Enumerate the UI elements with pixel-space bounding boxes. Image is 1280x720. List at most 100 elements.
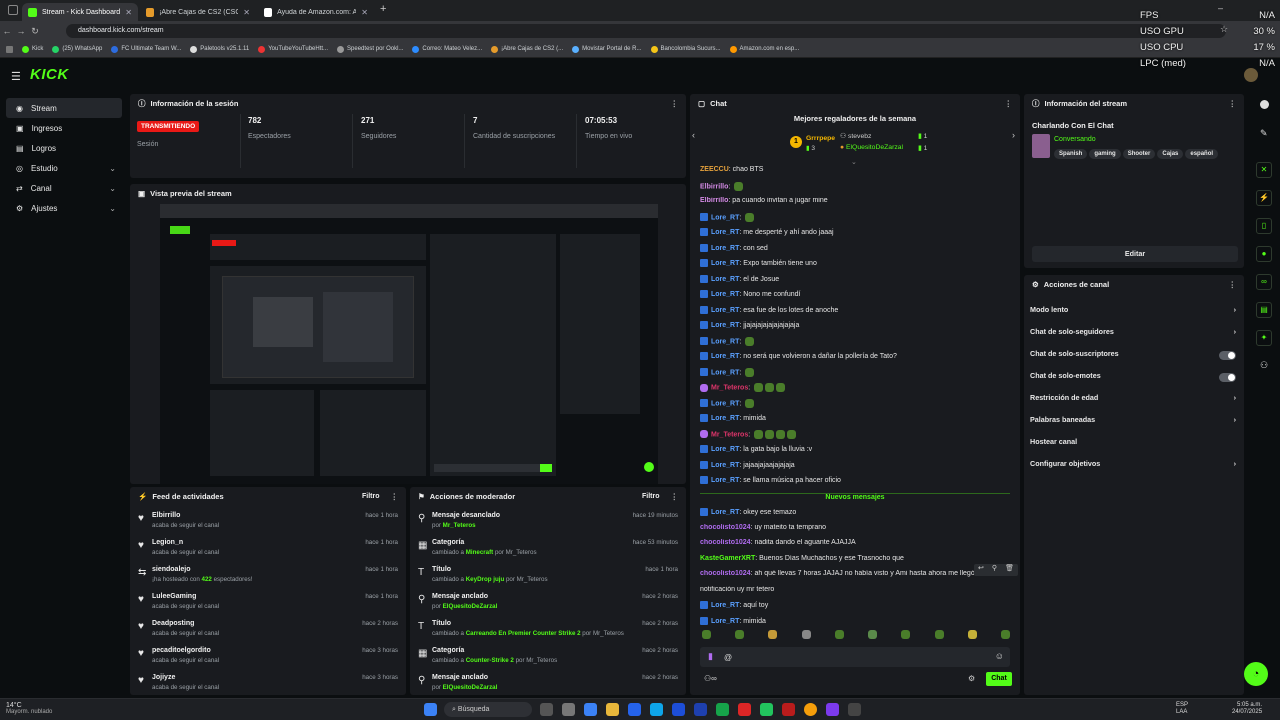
emote-icon[interactable] [967, 630, 977, 639]
emote-icon[interactable] [702, 630, 711, 639]
mod-action-highlight[interactable]: ElQuesitoDeZarzal [443, 684, 498, 691]
bookmark-item[interactable]: (25) WhatsApp [52, 45, 102, 53]
feed-username[interactable]: Legion_n [152, 539, 183, 546]
mod-action-highlight[interactable]: Counter-Strike 2 [466, 657, 514, 664]
chat-message[interactable]: Lore_RT: [700, 367, 1010, 377]
chat-username[interactable]: ZEECCU [700, 166, 729, 173]
taskbar-app-icon[interactable] [826, 703, 839, 716]
chat-username[interactable]: Elbirrillo [700, 197, 728, 204]
filter-button[interactable]: Filtro [362, 493, 380, 500]
chat-message[interactable]: Lore_RT: no será que volvieron a dañar l… [700, 352, 1010, 360]
chat-message[interactable]: Lore_RT: el de Josue [700, 274, 1010, 283]
gifter-name[interactable]: Grrrpepe [806, 135, 835, 142]
channel-action-2[interactable]: Chat de solo-suscriptores [1030, 349, 1236, 363]
taskbar-search[interactable]: ⌕ Búsqueda [444, 702, 532, 717]
outlook-icon[interactable] [694, 703, 707, 716]
taskbar-app-icon[interactable] [628, 703, 641, 716]
chat-username[interactable]: Lore_RT [711, 260, 739, 267]
close-icon[interactable]: ✕ [243, 8, 250, 17]
chat-username[interactable]: Lore_RT [711, 400, 739, 407]
sidebar-item-canal[interactable]: ⇄ Canal ⌄ [6, 178, 122, 198]
chat-message[interactable]: Lore_RT: [700, 212, 1010, 222]
edit-stream-button[interactable]: Editar [1032, 246, 1238, 262]
more-options-icon[interactable]: ⋮ [1229, 99, 1237, 108]
pin-icon[interactable]: ⚲ [992, 564, 997, 576]
chat-username[interactable]: Lore_RT [711, 477, 739, 484]
chat-username[interactable]: Lore_RT [711, 617, 739, 624]
lightning-icon[interactable]: ⚡ [1256, 190, 1272, 206]
chat-message[interactable]: Mr_Teteros: [700, 383, 1010, 392]
tool-icon[interactable]: ✦ [1256, 330, 1272, 346]
gifter-name[interactable]: stevebz [848, 133, 871, 140]
chat-bubble-icon[interactable]: ● [1256, 246, 1272, 262]
chat-message[interactable]: Elbirrillo: pa cuando invitan a jugar mi… [700, 197, 1010, 204]
clock[interactable]: 5:05 a.m. 24/07/2025 [1232, 702, 1262, 716]
bookmark-item[interactable]: Paletools v25.1.11 [190, 45, 249, 53]
feed-username[interactable]: pecaditoelgordito [152, 647, 211, 654]
more-options-icon[interactable]: ⋮ [671, 492, 679, 501]
feed-username[interactable]: siendoalejo [152, 566, 191, 573]
mod-action-highlight[interactable]: ElQuesitoDeZarzal [443, 603, 498, 610]
emote-icon[interactable] [801, 630, 811, 639]
emote-icon[interactable] [768, 630, 778, 639]
more-options-icon[interactable]: ⋮ [671, 99, 679, 108]
delete-icon[interactable]: 🗑 [1005, 564, 1014, 576]
emote-icon[interactable] [834, 630, 844, 639]
browser-tab-amazon[interactable]: Ayuda de Amazon.com: Ayuda ✕ [258, 3, 374, 21]
chat-username[interactable]: Lore_RT [711, 602, 739, 609]
feed-username[interactable]: Elbirrillo [152, 512, 180, 519]
clip-icon[interactable]: ▯ [1256, 218, 1272, 234]
kick-logo[interactable]: KICK [30, 66, 69, 83]
channel-action-6[interactable]: Hostear canal [1030, 437, 1236, 451]
feed-username[interactable]: Jojiyze [152, 674, 175, 681]
chat-message[interactable]: Elbirrillo: [700, 181, 1010, 191]
more-options-icon[interactable]: ⋮ [1229, 280, 1237, 289]
help-icon[interactable] [1260, 100, 1269, 109]
chat-message[interactable]: chocolisto1024: nadita dando el aguante … [700, 539, 1010, 546]
stream-category[interactable]: Conversando [1054, 136, 1096, 143]
chat-username[interactable]: Lore_RT [711, 461, 739, 468]
file-explorer-icon[interactable] [606, 703, 619, 716]
chat-username[interactable]: Lore_RT [711, 338, 739, 345]
taskbar-app-icon[interactable] [540, 703, 553, 716]
powerpoint-icon[interactable] [738, 703, 751, 716]
taskbar-app-icon[interactable] [782, 703, 795, 716]
chat-username[interactable]: Mr_Teteros [711, 431, 748, 438]
emote-icon[interactable] [934, 630, 944, 639]
chat-message[interactable]: KasteGamerXRT: Buenos Días Muchachos y e… [700, 555, 1010, 562]
close-icon[interactable]: ✕ [361, 8, 368, 17]
reply-icon[interactable]: ↩ [978, 564, 984, 576]
toggle-switch[interactable] [1219, 351, 1236, 360]
channel-action-0[interactable]: Modo lento › [1030, 305, 1236, 319]
chevron-right-icon[interactable]: › [1012, 130, 1015, 140]
chat-username[interactable]: chocolisto1024 [700, 524, 751, 531]
chat-username[interactable]: Lore_RT [711, 415, 739, 422]
chat-username[interactable]: chocolisto1024 [700, 570, 751, 577]
chat-message[interactable]: Lore_RT: [700, 336, 1010, 346]
edit-icon[interactable]: ✎ [1260, 128, 1268, 139]
chat-tools-icon[interactable]: ⚇∞ [704, 674, 717, 683]
chat-username[interactable]: chocolisto1024 [700, 539, 751, 546]
toggle-switch[interactable] [1219, 373, 1236, 382]
obs-icon[interactable] [848, 703, 861, 716]
browser-tab-cs2[interactable]: ¡Abre Cajas de CS2 (CSGO), Ga ✕ [140, 3, 256, 21]
bookmark-item[interactable]: Amazon.com en esp... [729, 45, 799, 53]
emoji-picker-icon[interactable]: ☺ [995, 651, 1004, 661]
quick-action-icon[interactable]: ✕ [1256, 162, 1272, 178]
reload-icon[interactable]: ↻ [28, 26, 42, 37]
chat-username[interactable]: Mr_Teteros [711, 384, 748, 391]
excel-icon[interactable] [716, 703, 729, 716]
mod-action-highlight[interactable]: Mr_Teteros [443, 522, 476, 529]
share-icon[interactable]: ⚇ [1260, 360, 1268, 371]
tab-search-icon[interactable] [8, 5, 18, 15]
xbox-icon[interactable] [760, 703, 773, 716]
floating-chat-button[interactable]: ◔ [1244, 662, 1268, 686]
channel-action-7[interactable]: Configurar objetivos › [1030, 459, 1236, 473]
chat-message[interactable]: Lore_RT: jajaajajaajajajaja [700, 460, 1010, 469]
stream-video[interactable] [160, 204, 658, 484]
chat-message[interactable]: notificación uy mr tetero [700, 586, 1010, 593]
chat-message[interactable]: Mr_Teteros: [700, 429, 1010, 439]
chat-username[interactable]: Lore_RT [711, 446, 739, 453]
chat-settings-icon[interactable]: ⚙ [968, 674, 975, 683]
chat-message[interactable]: Lore_RT: se llama música pa hacer oficio [700, 476, 1010, 484]
